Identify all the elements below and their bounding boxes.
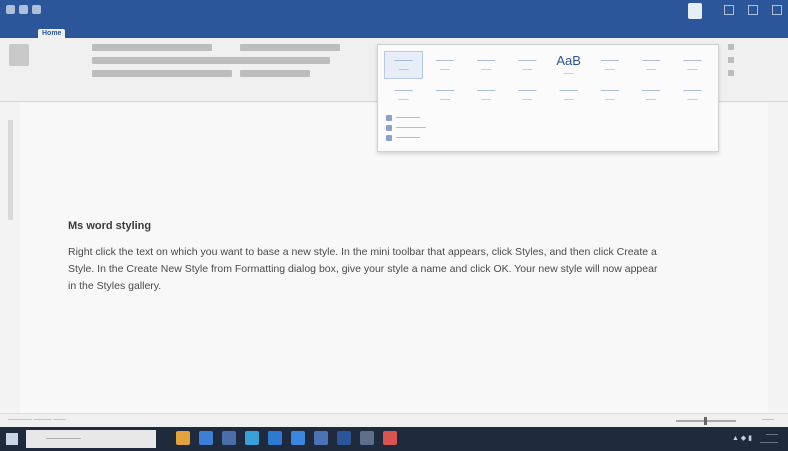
zoom-slider[interactable]: [676, 417, 736, 425]
style-intense-emphasis[interactable]: ——— ——: [384, 81, 423, 109]
style-intense-reference[interactable]: ——— ——: [590, 81, 629, 109]
style-quote[interactable]: ——— ——: [467, 81, 506, 109]
undo-icon[interactable]: [19, 5, 28, 14]
styles-menu-item[interactable]: ————: [386, 133, 710, 143]
vertical-ruler: [8, 120, 13, 220]
windows-start-icon[interactable]: [6, 433, 18, 445]
style-intense-quote[interactable]: ——— ——: [508, 81, 547, 109]
styles-grid: ——— —— ——— —— ——— —— ——— —— AaB —— ——— —— ——— —…: [378, 45, 718, 111]
taskbar-app-icons: [176, 431, 397, 445]
style-list-paragraph[interactable]: ——— ——: [673, 81, 712, 109]
task-view-icon[interactable]: [199, 431, 213, 445]
style-strong[interactable]: ——— ——: [425, 81, 464, 109]
clear-formatting-icon: [386, 125, 392, 131]
paste-icon[interactable]: [9, 44, 29, 66]
clipboard-group: [6, 44, 36, 90]
tab-home[interactable]: Home: [38, 29, 66, 38]
style-emphasis[interactable]: ——— ——: [673, 51, 712, 79]
shading-buttons[interactable]: [240, 70, 310, 77]
status-bar: ———— ——— —— ——: [0, 413, 788, 427]
page-status: ———— ——— ——: [8, 417, 66, 423]
styles-menu-item[interactable]: ————: [386, 113, 710, 123]
mail-icon[interactable]: [291, 431, 305, 445]
window-controls: [724, 5, 782, 15]
save-icon[interactable]: [6, 5, 15, 14]
find-button[interactable]: [728, 44, 782, 50]
apply-styles-icon: [386, 135, 392, 141]
quick-access-toolbar: [6, 5, 41, 14]
styles-menu: ———— ————— ————: [378, 111, 718, 145]
app-icon[interactable]: [383, 431, 397, 445]
app-icon[interactable]: [360, 431, 374, 445]
alignment-buttons[interactable]: [240, 57, 330, 64]
style-heading-2[interactable]: ——— ——: [508, 51, 547, 79]
document-body[interactable]: Right click the text on which you want t…: [68, 244, 668, 295]
style-no-spacing[interactable]: ——— ——: [425, 51, 464, 79]
taskbar-search-input[interactable]: —————: [26, 430, 156, 448]
style-heading-1[interactable]: ——— ——: [467, 51, 506, 79]
ribbon-tabs: Home: [0, 24, 788, 38]
create-style-icon: [386, 115, 392, 121]
document-heading[interactable]: Ms word styling: [68, 220, 151, 232]
redo-icon[interactable]: [32, 5, 41, 14]
replace-button[interactable]: [728, 57, 782, 63]
style-subtitle[interactable]: ——— ——: [590, 51, 629, 79]
system-tray[interactable]: ▲ ◆ ▮: [732, 434, 752, 442]
maximize-icon[interactable]: [748, 5, 758, 15]
cortana-icon[interactable]: [176, 431, 190, 445]
style-subtle-reference[interactable]: ——— ——: [549, 81, 588, 109]
styles-gallery-dropdown: ——— —— ——— —— ——— —— ——— —— AaB —— ——— —— ——— —…: [377, 44, 719, 152]
minimize-icon[interactable]: [724, 5, 734, 15]
style-title[interactable]: AaB ——: [549, 51, 588, 79]
taskbar: ————— ▲ ◆ ▮ —— ———: [0, 427, 788, 451]
style-normal[interactable]: ——— ——: [384, 51, 424, 79]
edge-icon[interactable]: [245, 431, 259, 445]
font-color-buttons[interactable]: [92, 70, 232, 77]
app-icon[interactable]: [314, 431, 328, 445]
style-book-title[interactable]: ——— ——: [632, 81, 671, 109]
list-buttons[interactable]: [240, 44, 340, 51]
title-bar: [0, 0, 788, 24]
file-explorer-icon[interactable]: [222, 431, 236, 445]
zoom-level[interactable]: ——: [762, 417, 774, 423]
close-icon[interactable]: [772, 5, 782, 15]
profile-icon[interactable]: [688, 3, 702, 19]
styles-menu-item[interactable]: —————: [386, 123, 710, 133]
select-button[interactable]: [728, 70, 782, 76]
store-icon[interactable]: [268, 431, 282, 445]
word-icon[interactable]: [337, 431, 351, 445]
clock[interactable]: —— ———: [760, 431, 778, 447]
editing-group: [728, 44, 782, 83]
paragraph-group: [240, 44, 360, 94]
style-subtle-emphasis[interactable]: ——— ——: [632, 51, 671, 79]
font-name-box[interactable]: [92, 44, 212, 51]
font-formatting-buttons[interactable]: [92, 57, 252, 64]
